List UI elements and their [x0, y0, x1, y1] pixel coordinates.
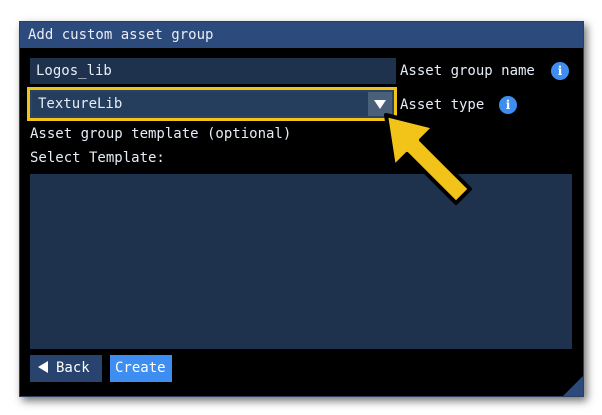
create-button[interactable]: Create	[110, 355, 172, 382]
back-button-label: Back	[56, 360, 90, 376]
asset-type-select[interactable]: TextureLib	[27, 87, 397, 121]
asset-type-select-body: TextureLib	[32, 92, 392, 116]
back-button[interactable]: Back	[30, 355, 102, 382]
asset-type-value: TextureLib	[38, 96, 123, 112]
triangle-left-icon	[38, 361, 48, 373]
template-list[interactable]	[30, 174, 572, 349]
add-asset-group-dialog: Add custom asset group Logos_lib Asset g…	[19, 21, 584, 397]
info-icon[interactable]: i	[499, 96, 517, 114]
template-heading: Asset group template (optional)	[30, 126, 292, 142]
select-template-label: Select Template:	[30, 150, 165, 166]
asset-group-name-label: Asset group name	[400, 63, 535, 79]
arrow-pointer-icon	[384, 113, 472, 205]
info-icon[interactable]: i	[551, 62, 569, 80]
resize-grip[interactable]	[563, 376, 583, 396]
dialog-title: Add custom asset group	[20, 22, 583, 48]
asset-group-name-input[interactable]: Logos_lib	[30, 58, 396, 84]
